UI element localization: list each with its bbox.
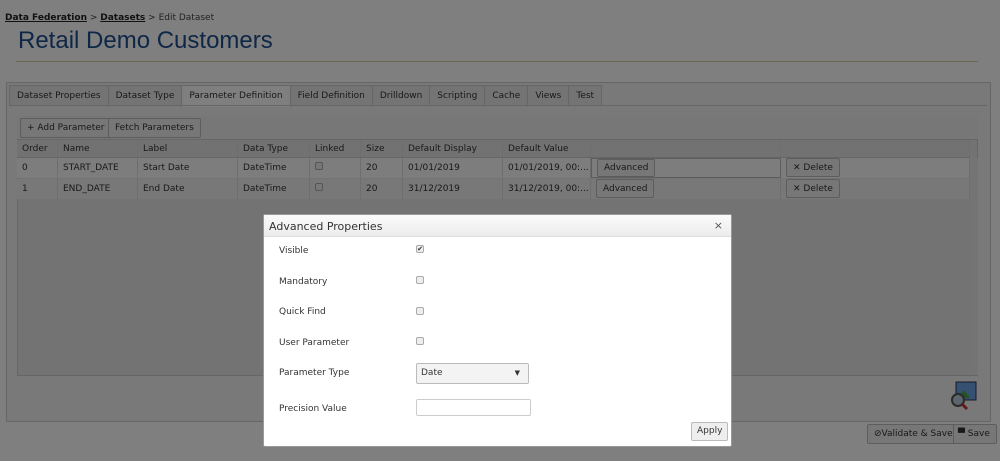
user-parameter-label: User Parameter — [279, 338, 350, 348]
mandatory-label: Mandatory — [279, 277, 328, 287]
apply-button[interactable]: Apply — [691, 422, 729, 441]
close-icon[interactable]: × — [714, 219, 723, 232]
quick-find-label: Quick Find — [279, 307, 326, 317]
user-parameter-checkbox[interactable] — [416, 337, 424, 345]
parameter-type-label: Parameter Type — [279, 368, 350, 378]
advanced-properties-dialog: Advanced Properties × Visible ✔ Mandator… — [263, 214, 732, 447]
visible-label: Visible — [279, 246, 309, 256]
precision-value-input[interactable] — [416, 399, 531, 416]
parameter-type-select[interactable]: Date ▼ — [416, 363, 529, 384]
precision-value-label: Precision Value — [279, 404, 347, 414]
dialog-title: Advanced Properties — [269, 220, 383, 233]
visible-checkbox[interactable]: ✔ — [416, 245, 424, 253]
chevron-down-icon: ▼ — [514, 369, 520, 377]
parameter-type-value: Date — [421, 368, 443, 378]
quick-find-checkbox[interactable] — [416, 307, 424, 315]
mandatory-checkbox[interactable] — [416, 276, 424, 284]
